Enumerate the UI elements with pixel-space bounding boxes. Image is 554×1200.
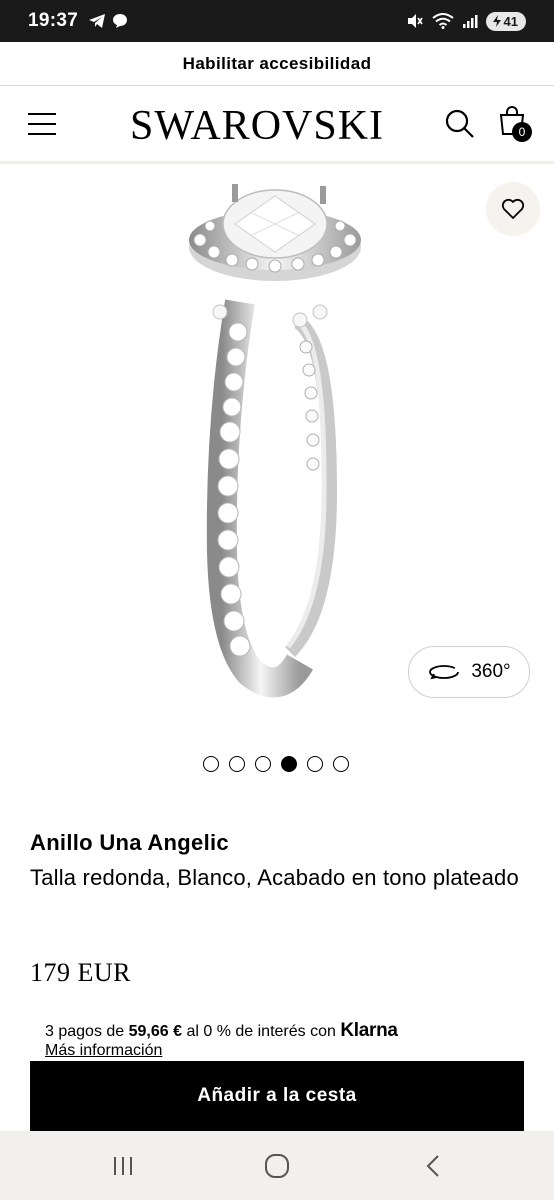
wifi-icon [431, 13, 454, 29]
klarna-installments: 3 pagos de 59,66 € al 0 % de interés con… [45, 1020, 398, 1041]
battery-level: 41 [503, 13, 518, 29]
chat-bubble-icon [113, 14, 128, 28]
product-image[interactable] [180, 172, 380, 712]
search-icon [445, 109, 474, 138]
site-header: SWAROVSKI 0 [0, 86, 554, 164]
status-time: 19:37 [28, 10, 79, 31]
klarna-logo: Klarna [340, 1020, 398, 1041]
product-price: 179 EUR [30, 958, 131, 987]
carousel-dots [203, 756, 349, 772]
cart-button[interactable]: 0 [498, 106, 538, 146]
carousel-dot[interactable] [307, 756, 323, 772]
telegram-icon [89, 14, 106, 28]
add-to-cart-button[interactable]: Añadir a la cesta [30, 1061, 524, 1131]
brand-logo[interactable]: SWAROVSKI [130, 102, 384, 150]
hamburger-icon [28, 113, 56, 115]
signal-icon [462, 15, 478, 28]
rotate-360-icon [429, 665, 460, 680]
recent-apps-icon [114, 1157, 132, 1175]
system-nav-bar [0, 1131, 554, 1200]
product-description: Talla redonda, Blanco, Acabado en tono p… [30, 865, 519, 890]
installment-amount: 59,66 € [128, 1023, 183, 1040]
ring-image [180, 172, 380, 712]
carousel-dot[interactable] [333, 756, 349, 772]
add-to-cart-label: Añadir a la cesta [197, 1085, 357, 1106]
charging-icon [492, 15, 501, 27]
klarna-more-info-link[interactable]: Más información [45, 1042, 162, 1060]
heart-icon [501, 198, 525, 219]
product-name: Anillo Una Angelic [30, 830, 229, 855]
status-bar: 19:37 41 [0, 0, 554, 42]
recent-apps-button[interactable] [108, 1151, 138, 1181]
home-button[interactable] [262, 1151, 292, 1181]
mute-icon [407, 14, 423, 28]
carousel-dot[interactable] [203, 756, 219, 772]
menu-button[interactable] [28, 113, 56, 135]
accessibility-label: Habilitar accesibilidad [182, 53, 372, 73]
battery-indicator: 41 [485, 11, 526, 31]
cart-count-badge: 0 [512, 122, 532, 142]
carousel-dot[interactable] [255, 756, 271, 772]
view-360-label: 360° [471, 661, 511, 682]
home-icon [265, 1154, 289, 1178]
search-button[interactable] [444, 108, 476, 140]
view-360-button[interactable]: 360° [408, 646, 530, 698]
carousel-dot[interactable] [229, 756, 245, 772]
back-icon [426, 1155, 439, 1177]
wishlist-button[interactable] [486, 182, 540, 236]
carousel-dot-active[interactable] [281, 756, 297, 772]
back-button[interactable] [418, 1151, 448, 1181]
accessibility-link[interactable]: Habilitar accesibilidad [0, 42, 554, 86]
